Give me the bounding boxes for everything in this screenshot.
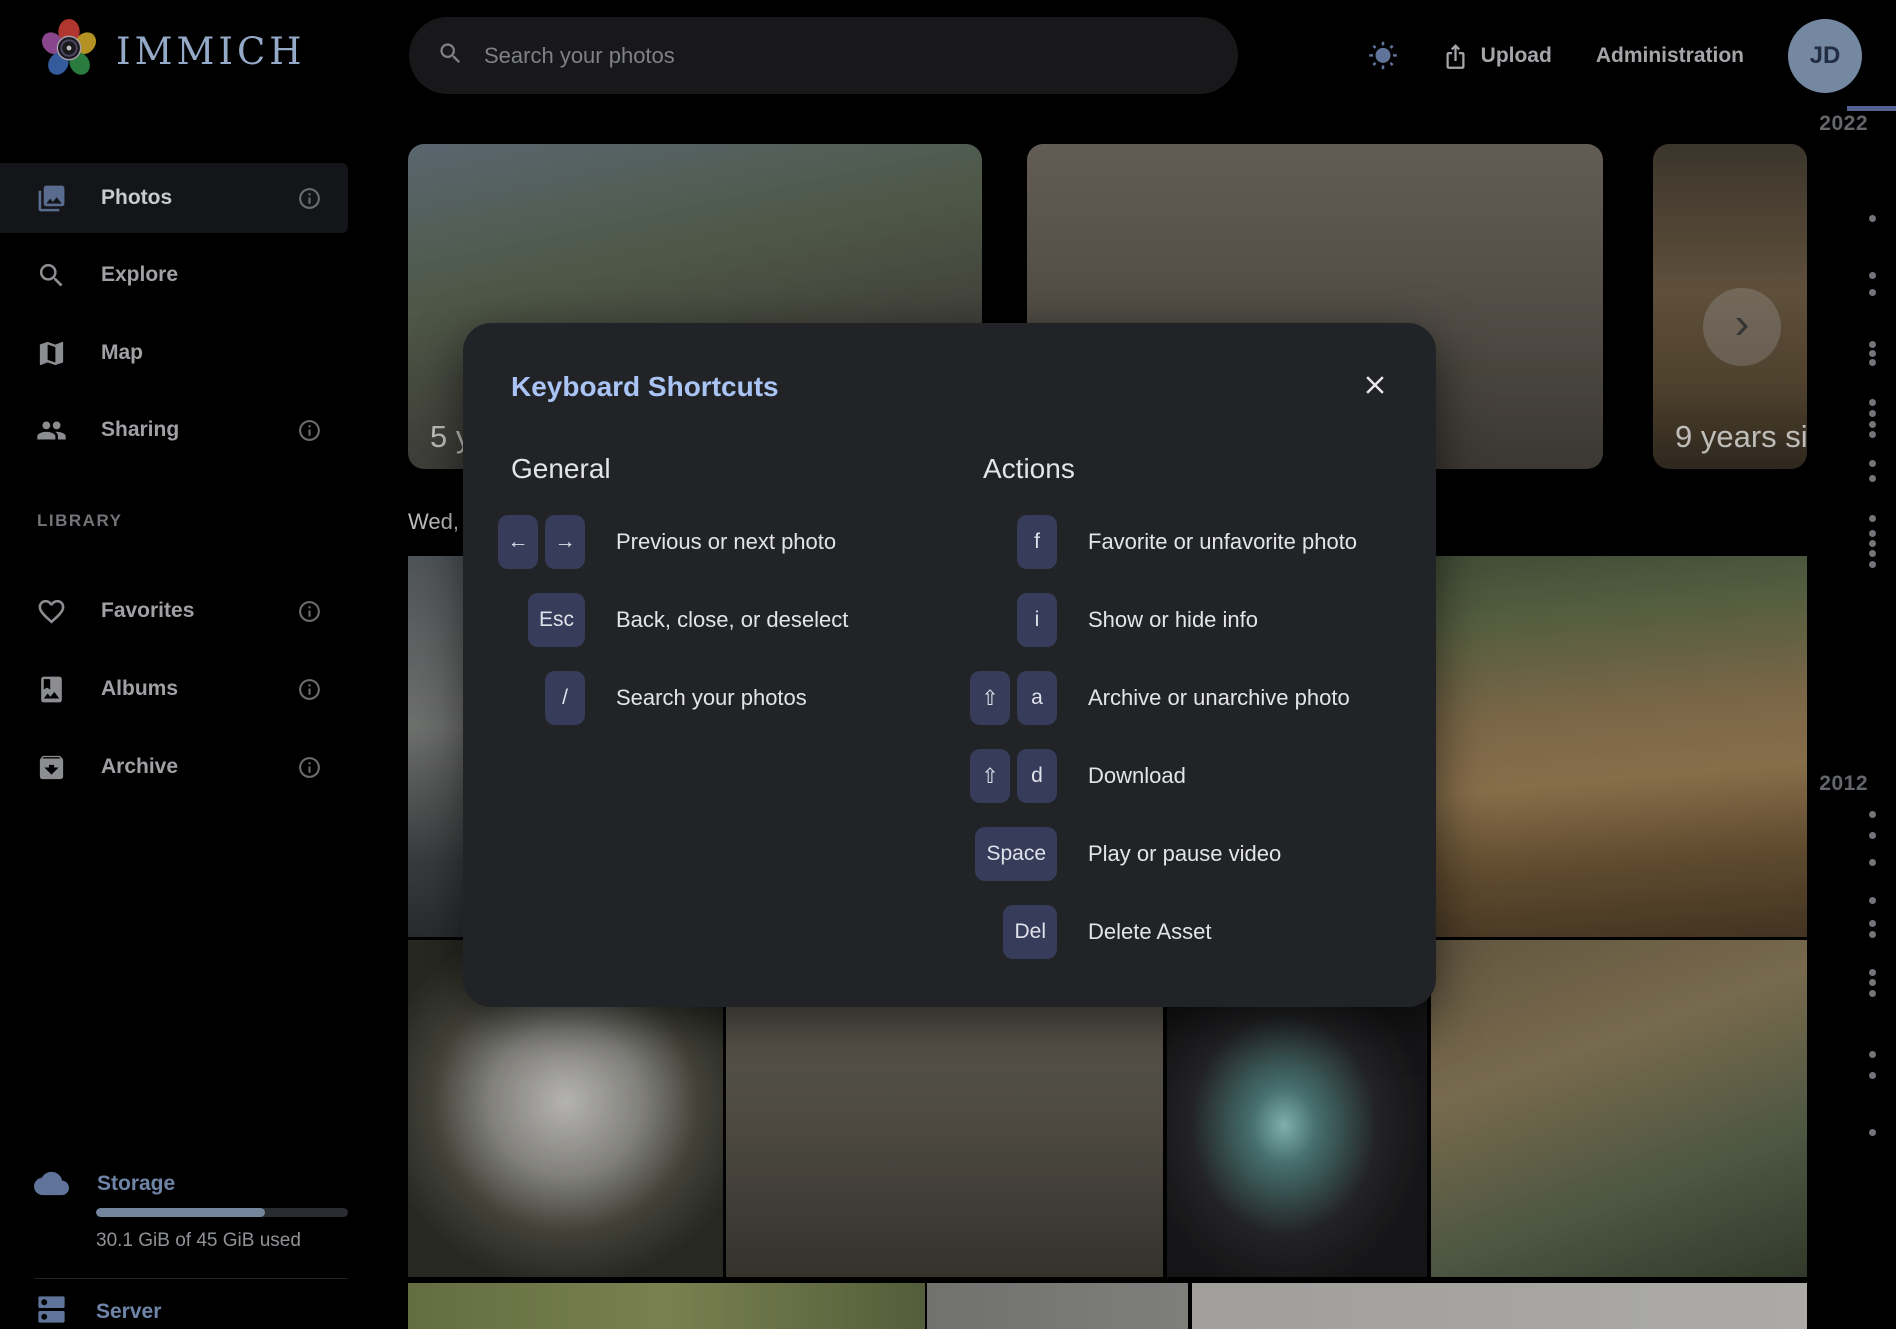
- shortcut-row: ⇧d Download: [969, 737, 1357, 815]
- keycap: a: [1017, 671, 1057, 725]
- shortcut-description: Archive or unarchive photo: [1088, 685, 1350, 711]
- keycap: ⇧: [970, 749, 1010, 803]
- shortcut-keys: Space: [969, 827, 1057, 881]
- shortcut-description: Play or pause video: [1088, 841, 1281, 867]
- shortcut-keys: i: [969, 593, 1057, 647]
- shortcut-keys: ⇧a: [969, 671, 1057, 725]
- shortcut-row: f Favorite or unfavorite photo: [969, 503, 1357, 581]
- shortcut-row: Del Delete Asset: [969, 893, 1357, 971]
- keycap: Del: [1003, 905, 1057, 959]
- shortcut-description: Favorite or unfavorite photo: [1088, 529, 1357, 555]
- keycap: f: [1017, 515, 1057, 569]
- shortcut-description: Previous or next photo: [616, 529, 836, 555]
- shortcut-row: Space Play or pause video: [969, 815, 1357, 893]
- shortcut-row: ←→ Previous or next photo: [497, 503, 848, 581]
- keycap: Esc: [528, 593, 585, 647]
- shortcut-description: Back, close, or deselect: [616, 607, 848, 633]
- keycap: ←: [498, 515, 538, 569]
- shortcut-description: Download: [1088, 763, 1186, 789]
- shortcut-keys: Esc: [497, 593, 585, 647]
- shortcut-keys: Del: [969, 905, 1057, 959]
- keycap: d: [1017, 749, 1057, 803]
- shortcut-description: Search your photos: [616, 685, 807, 711]
- shortcut-row: i Show or hide info: [969, 581, 1357, 659]
- shortcut-row: ⇧a Archive or unarchive photo: [969, 659, 1357, 737]
- immich-app: IMMICH Upload Administration JD: [0, 0, 1896, 1329]
- shortcut-section-general: General ←→ Previous or next photo Esc Back, …: [497, 453, 848, 737]
- keycap: /: [545, 671, 585, 725]
- keycap: →: [545, 515, 585, 569]
- keyboard-shortcuts-modal: Keyboard Shortcuts General ←→ Previous or …: [463, 323, 1436, 1007]
- shortcut-section-actions: Actions f Favorite or unfavorite photo i Sho…: [969, 453, 1357, 971]
- shortcut-keys: ⇧d: [969, 749, 1057, 803]
- keycap: ⇧: [970, 671, 1010, 725]
- keycap: i: [1017, 593, 1057, 647]
- keycap: Space: [975, 827, 1057, 881]
- shortcut-section-title: Actions: [969, 453, 1357, 503]
- shortcut-description: Delete Asset: [1088, 919, 1212, 945]
- shortcut-keys: /: [497, 671, 585, 725]
- shortcut-row: Esc Back, close, or deselect: [497, 581, 848, 659]
- shortcut-section-title: General: [497, 453, 848, 503]
- modal-title: Keyboard Shortcuts: [511, 371, 779, 403]
- shortcut-description: Show or hide info: [1088, 607, 1258, 633]
- close-icon[interactable]: [1355, 365, 1395, 405]
- shortcut-row: / Search your photos: [497, 659, 848, 737]
- shortcut-keys: ←→: [497, 515, 585, 569]
- shortcut-keys: f: [969, 515, 1057, 569]
